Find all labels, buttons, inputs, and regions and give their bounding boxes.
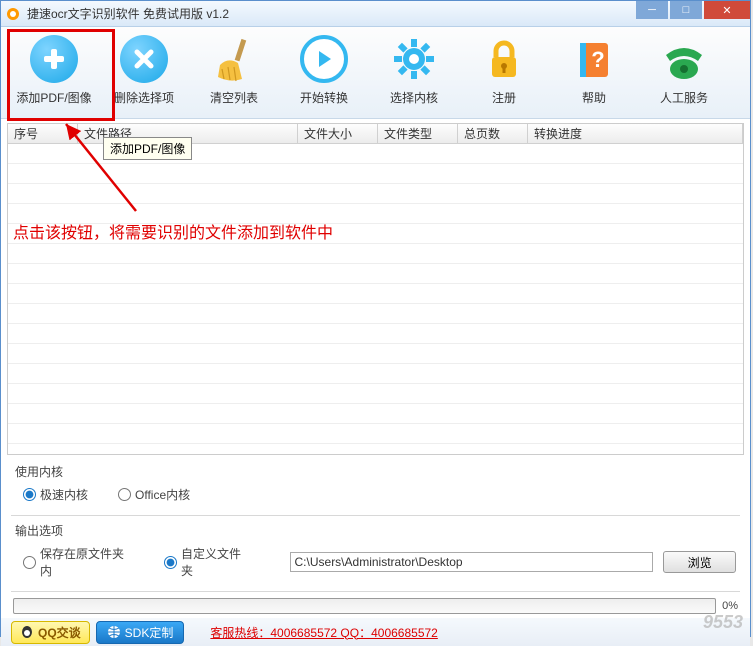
table-body[interactable] xyxy=(8,144,743,454)
phone-icon xyxy=(660,35,708,83)
tooltip: 添加PDF/图像 xyxy=(103,137,192,160)
register-button[interactable]: 注册 xyxy=(459,33,549,116)
qq-chat-button[interactable]: QQ交谈 xyxy=(11,621,90,644)
lock-icon xyxy=(480,35,528,83)
output-title: 输出选项 xyxy=(15,522,736,539)
tool-label: 帮助 xyxy=(582,89,606,106)
tool-label: 人工服务 xyxy=(660,89,708,106)
start-convert-button[interactable]: 开始转换 xyxy=(279,33,369,116)
browse-button[interactable]: 浏览 xyxy=(663,551,736,573)
col-type[interactable]: 文件类型 xyxy=(378,124,458,143)
tool-label: 选择内核 xyxy=(390,89,438,106)
toolbar: 添加PDF/图像 删除选择项 清空列表 开始转换 xyxy=(1,27,750,119)
output-section: 输出选项 保存在原文件夹内 自定义文件夹 浏览 xyxy=(1,518,750,589)
qq-icon xyxy=(20,625,34,639)
plus-icon xyxy=(40,45,68,73)
app-icon xyxy=(5,6,21,22)
progress-row: 0% xyxy=(1,594,750,618)
col-pages[interactable]: 总页数 xyxy=(458,124,528,143)
svg-text:?: ? xyxy=(591,47,604,72)
kernel-fast-radio[interactable]: 极速内核 xyxy=(23,486,88,503)
tool-label: 开始转换 xyxy=(300,89,348,106)
progress-percent: 0% xyxy=(722,600,738,612)
gear-icon xyxy=(390,35,438,83)
kernel-section: 使用内核 极速内核 Office内核 xyxy=(1,459,750,513)
tool-label: 添加PDF/图像 xyxy=(16,89,91,106)
select-kernel-button[interactable]: 选择内核 xyxy=(369,33,459,116)
titlebar: 捷速ocr文字识别软件 免费试用版 v1.2 ─ □ ✕ xyxy=(1,1,750,27)
close-button[interactable]: ✕ xyxy=(704,1,750,19)
globe-icon xyxy=(107,625,121,639)
col-progress[interactable]: 转换进度 xyxy=(528,124,743,143)
footer: QQ交谈 SDK定制 客服热线：4006685572 QQ：4006685572 xyxy=(1,618,750,646)
minimize-button[interactable]: ─ xyxy=(636,1,668,19)
broom-icon xyxy=(210,35,258,83)
col-seq[interactable]: 序号 xyxy=(8,124,78,143)
add-pdf-button[interactable]: 添加PDF/图像 xyxy=(9,33,99,116)
x-icon xyxy=(132,47,156,71)
play-icon xyxy=(314,49,334,69)
hotline-link[interactable]: 客服热线：4006685572 QQ：4006685572 xyxy=(210,624,437,641)
clear-list-button[interactable]: 清空列表 xyxy=(189,33,279,116)
help-button[interactable]: ? 帮助 xyxy=(549,33,639,116)
col-size[interactable]: 文件大小 xyxy=(298,124,378,143)
manual-service-button[interactable]: 人工服务 xyxy=(639,33,729,116)
tool-label: 清空列表 xyxy=(210,89,258,106)
output-keep-radio[interactable]: 保存在原文件夹内 xyxy=(23,545,134,579)
tool-label: 注册 xyxy=(492,89,516,106)
tool-label: 删除选择项 xyxy=(114,89,174,106)
delete-selected-button[interactable]: 删除选择项 xyxy=(99,33,189,116)
app-window: 捷速ocr文字识别软件 免费试用版 v1.2 ─ □ ✕ 点击该按钮，将需要识别… xyxy=(0,0,751,637)
kernel-title: 使用内核 xyxy=(15,463,736,480)
sdk-custom-button[interactable]: SDK定制 xyxy=(96,621,185,644)
maximize-button[interactable]: □ xyxy=(670,1,702,19)
kernel-office-radio[interactable]: Office内核 xyxy=(118,486,190,503)
output-custom-radio[interactable]: 自定义文件夹 xyxy=(164,545,251,579)
file-table: 序号 文件路径 文件大小 文件类型 总页数 转换进度 xyxy=(7,123,744,455)
output-path-input[interactable] xyxy=(290,552,654,572)
help-book-icon: ? xyxy=(570,35,618,83)
progress-bar xyxy=(13,598,716,614)
